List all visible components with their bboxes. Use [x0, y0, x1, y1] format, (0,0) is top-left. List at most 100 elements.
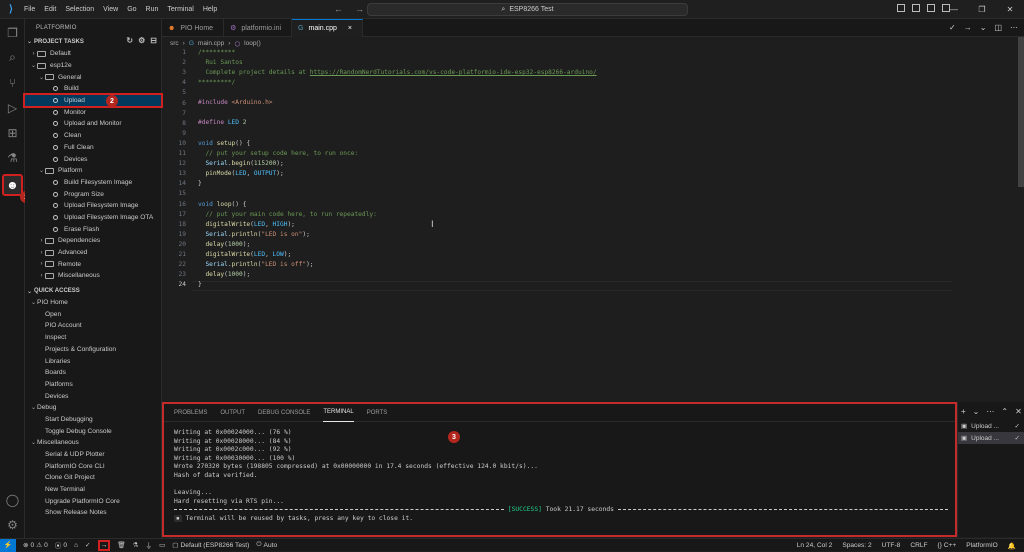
code-editor[interactable]: 1 2 3 4 5 6 7 8 9 10 11 12 13 14 15 16 17 18 19 20 21 22 23 24 … [162, 49, 982, 399]
close-tab-icon[interactable]: × [348, 25, 352, 32]
breadcrumb-symbol[interactable]: loop() [244, 40, 261, 47]
chevron-down-icon[interactable]: ⌄ [980, 23, 987, 32]
pio-clean-button[interactable]: 🗑 [117, 541, 125, 549]
editor-scrollbar[interactable] [1018, 37, 1024, 187]
tab-pio-home[interactable]: ☻ PIO Home [162, 19, 225, 37]
tree-item-pio-account[interactable]: PIO Account [25, 320, 161, 332]
platformio-icon[interactable]: ☻ [2, 174, 23, 196]
tree-item-general[interactable]: ⌄ General [25, 71, 161, 83]
tab-debug-console[interactable]: DEBUG CONSOLE [258, 404, 310, 422]
toggle-secondary-sidebar-icon[interactable] [927, 4, 935, 12]
arrow-icon[interactable]: → [964, 23, 972, 32]
tree-item-pio-home[interactable]: ⌄ PIO Home [25, 297, 161, 309]
menu-terminal[interactable]: Terminal [167, 6, 193, 13]
close-panel-icon[interactable]: ✕ [1015, 407, 1022, 416]
more-actions-icon[interactable]: ⋯ [986, 407, 994, 416]
menu-help[interactable]: Help [203, 6, 217, 13]
menu-edit[interactable]: Edit [44, 6, 56, 13]
tree-item-miscellaneous[interactable]: › Miscellaneous [25, 270, 161, 282]
tab-problems[interactable]: PROBLEMS [174, 404, 207, 422]
tree-item-start-debugging[interactable]: Start Debugging [25, 414, 161, 426]
tree-item-upload-and-monitor[interactable]: Upload and Monitor [25, 118, 161, 130]
tree-item-open[interactable]: Open [25, 308, 161, 320]
command-center-search[interactable]: ⌕ ESP8266 Test [367, 3, 688, 16]
run-debug-icon[interactable]: ▷ [4, 99, 21, 116]
breadcrumb-file[interactable]: main.cpp [198, 40, 224, 47]
pio-build-button[interactable]: ✓ [85, 541, 91, 549]
tab-terminal[interactable]: TERMINAL [323, 404, 354, 422]
tree-item-esp12e[interactable]: ⌄ esp12e [25, 60, 161, 72]
chevron-down-icon[interactable]: ⌄ [973, 407, 980, 416]
maximize-panel-icon[interactable]: ⌃ [1001, 407, 1008, 416]
tree-item-full-clean[interactable]: Full Clean [25, 142, 161, 154]
pio-port-switcher[interactable]: ⏻ Auto [256, 541, 277, 549]
project-tasks-header[interactable]: ⌄ PROJECT TASKS ↻ ⚙ ⊟ [25, 36, 161, 47]
terminal-output[interactable]: Writing at 0x00024000... (76 %) Writing … [174, 429, 948, 524]
terminal-instance[interactable]: ▣ Upload ... ✓ [958, 420, 1024, 432]
tree-item-erase-flash[interactable]: Erase Flash [25, 223, 161, 235]
tree-item-build-filesystem-image[interactable]: Build Filesystem Image [25, 177, 161, 189]
tab-main-cpp[interactable]: G main.cpp × [292, 19, 363, 37]
back-arrow-icon[interactable]: ← [334, 4, 343, 14]
refresh-icon[interactable]: ↻ [126, 36, 133, 45]
minimize-icon[interactable]: — [940, 5, 968, 14]
tree-item-monitor[interactable]: Monitor [25, 106, 161, 118]
tree-item-devices[interactable]: Devices [25, 390, 161, 402]
menu-view[interactable]: View [103, 6, 118, 13]
cursor-position[interactable]: Ln 24, Col 2 [797, 542, 833, 549]
breadcrumb-folder[interactable]: src [170, 40, 179, 47]
collapse-all-icon[interactable]: ⊟ [150, 36, 157, 45]
tree-item-platforms[interactable]: Platforms [25, 379, 161, 391]
search-icon[interactable]: ⌕ [4, 49, 21, 66]
pio-test-button[interactable]: ⚗ [133, 541, 139, 549]
tree-item-advanced[interactable]: › Advanced [25, 247, 161, 259]
tree-item-upload[interactable]: Upload [23, 92, 163, 109]
ports-status[interactable]: ⦿ 0 [55, 540, 67, 551]
tree-item-libraries[interactable]: Libraries [25, 355, 161, 367]
menu-selection[interactable]: Selection [65, 6, 94, 13]
tree-item-upgrade-platformio-core[interactable]: Upgrade PlatformIO Core [25, 495, 161, 507]
indentation[interactable]: Spaces: 2 [842, 542, 871, 549]
pio-home-button[interactable]: ⌂ [74, 542, 78, 549]
problems-status[interactable]: ⊗ 0 ⚠ 0 [23, 541, 48, 550]
pio-upload-button[interactable]: → [97, 539, 111, 551]
new-terminal-icon[interactable]: + [961, 407, 966, 416]
tree-item-miscellaneous[interactable]: ⌄ Miscellaneous [25, 437, 161, 449]
tree-item-toggle-debug-console[interactable]: Toggle Debug Console [25, 425, 161, 437]
tree-item-boards[interactable]: Boards [25, 367, 161, 379]
tree-item-inspect[interactable]: Inspect [25, 332, 161, 344]
tree-item-serial-udp-plotter[interactable]: Serial & UDP Plotter [25, 449, 161, 461]
tab-output[interactable]: OUTPUT [220, 404, 245, 422]
tree-item-new-terminal[interactable]: New Terminal [25, 484, 161, 496]
tree-item-debug[interactable]: ⌄ Debug [25, 402, 161, 414]
language-mode[interactable]: {} C++ [938, 542, 957, 549]
tree-item-program-size[interactable]: Program Size [25, 188, 161, 200]
tree-item-build[interactable]: Build [25, 83, 161, 95]
tree-item-clone-git-project[interactable]: Clone Git Project [25, 472, 161, 484]
encoding[interactable]: UTF-8 [882, 542, 901, 549]
minimap[interactable] [952, 37, 1024, 399]
toggle-panel-icon[interactable] [912, 4, 920, 12]
pio-env-switcher[interactable]: ▢ Default (ESP8266 Test) [172, 541, 249, 550]
tree-item-show-release-notes[interactable]: Show Release Notes [25, 507, 161, 519]
split-editor-icon[interactable]: ◫ [994, 23, 1002, 32]
source-control-icon[interactable]: ⑂ [4, 74, 21, 91]
forward-arrow-icon[interactable]: → [355, 4, 364, 14]
notifications-icon[interactable]: 🔔 [1008, 542, 1016, 550]
platformio-status[interactable]: PlatformIO [966, 542, 998, 549]
explorer-icon[interactable]: ❐ [4, 24, 21, 41]
pio-terminal-button[interactable]: ▭ [159, 541, 165, 549]
testing-icon[interactable]: ⚗ [4, 149, 21, 166]
tree-item-upload-filesystem-image-ota[interactable]: Upload Filesystem Image OTA [25, 212, 161, 224]
pio-monitor-button[interactable]: ⏚ [145, 540, 152, 550]
tab-platformio-ini[interactable]: ⚙ platformio.ini [224, 19, 293, 37]
line-ending[interactable]: CRLF [910, 542, 927, 549]
close-window-icon[interactable]: ✕ [996, 5, 1024, 14]
quick-access-header[interactable]: ⌄ QUICK ACCESS [25, 286, 161, 297]
tree-item-platformio-core-cli[interactable]: PlatformIO Core CLI [25, 460, 161, 472]
settings-icon[interactable]: ⚙ [138, 36, 145, 45]
tree-item-upload-filesystem-image[interactable]: Upload Filesystem Image [25, 200, 161, 212]
tree-item-dependencies[interactable]: › Dependencies [25, 235, 161, 247]
tree-item-projects-configuration[interactable]: Projects & Configuration [25, 344, 161, 356]
tree-item-clean[interactable]: Clean [25, 130, 161, 142]
